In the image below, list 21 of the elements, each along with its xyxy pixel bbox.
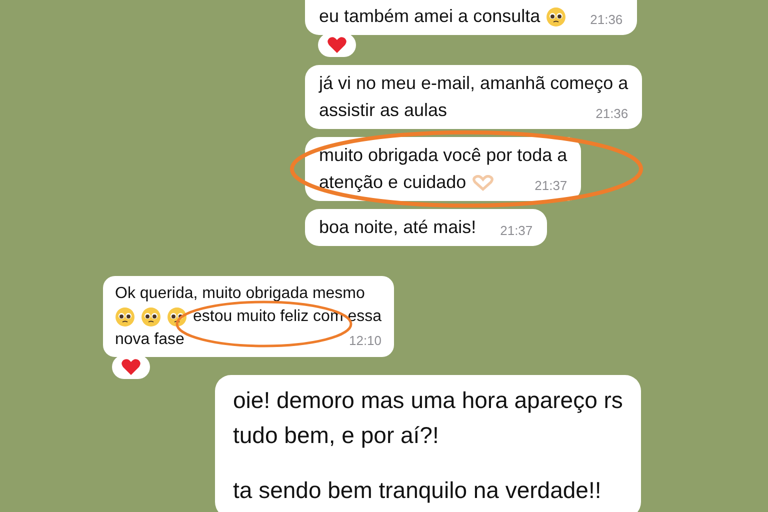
message-text: tudo bem, e por aí?!	[233, 421, 439, 450]
message-text: ta sendo bem tranquilo na verdade!!	[233, 476, 602, 505]
message-time: 12:10	[348, 332, 382, 350]
message-time: 21:36	[594, 105, 628, 123]
pleading-face-icon	[141, 306, 161, 326]
message-text: nova fase	[115, 330, 184, 350]
pleading-face-icon	[115, 306, 135, 326]
message-time: 21:37	[534, 177, 568, 195]
message-time: 21:37	[499, 222, 533, 240]
message-text: Ok querida, muito obrigada mesmo	[115, 284, 365, 304]
message-text: boa noite, até mais!	[319, 216, 476, 239]
message-text: eu também amei a consulta	[319, 5, 540, 28]
message-text: atenção e cuidado	[319, 171, 466, 194]
message-text: muito obrigada você por toda a	[319, 144, 568, 167]
message-text: oie! demoro mas uma hora apareço rs	[233, 386, 623, 415]
heart-hands-icon	[472, 174, 494, 190]
pleading-face-icon	[546, 6, 566, 26]
message-time: 21:36	[589, 11, 623, 29]
message-text: já vi no meu e-mail, amanhã começo a	[319, 72, 628, 95]
pleading-face-icon	[167, 306, 187, 326]
message-text: assistir as aulas	[319, 99, 448, 122]
